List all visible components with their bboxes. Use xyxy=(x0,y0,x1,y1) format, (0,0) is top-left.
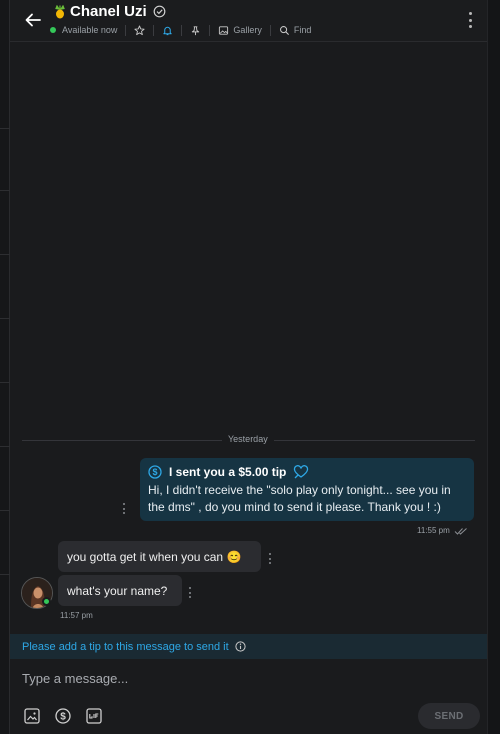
received-timestamp: 11:57 pm xyxy=(60,611,93,620)
incoming-message-bubble: what's your name? xyxy=(58,575,182,606)
image-icon[interactable] xyxy=(23,707,41,725)
find-label: Find xyxy=(293,25,312,35)
sent-time: 11:55 pm xyxy=(417,526,450,535)
dollar-coin-icon: $ xyxy=(148,465,162,479)
rail-divider xyxy=(0,128,10,129)
online-dot xyxy=(50,27,56,33)
gif-icon[interactable] xyxy=(85,707,103,725)
send-button[interactable]: SEND xyxy=(418,703,480,729)
tip-title: I sent you a $5.00 tip xyxy=(169,465,287,479)
rail-divider xyxy=(0,574,10,575)
right-edge xyxy=(487,0,500,734)
separator xyxy=(209,24,211,36)
info-icon[interactable] xyxy=(235,641,246,652)
tip-message-bubble: $ I sent you a $5.00 tip Hi, I didn't re… xyxy=(140,458,474,521)
incoming-message-bubble: you gotta get it when you can 😊 xyxy=(58,541,261,572)
svg-text:$: $ xyxy=(152,467,157,477)
bell-icon[interactable] xyxy=(162,25,173,36)
tip-header: $ I sent you a $5.00 tip xyxy=(148,464,466,480)
search-icon xyxy=(279,25,289,35)
contact-name[interactable]: Chanel Uzi xyxy=(53,3,166,20)
separator xyxy=(269,24,271,36)
online-dot xyxy=(42,597,51,606)
message-options-icon[interactable] xyxy=(189,587,192,598)
verified-icon xyxy=(153,5,166,18)
svg-text:$: $ xyxy=(60,712,66,723)
message-options-icon[interactable] xyxy=(123,503,126,514)
message-options-icon[interactable] xyxy=(269,553,272,564)
notice-text: Please add a tip to this message to send… xyxy=(22,640,229,653)
header-subbar: Available now Gallery Find xyxy=(50,23,311,37)
gallery-icon xyxy=(219,25,229,35)
composer-tools: $ xyxy=(23,707,103,725)
sent-timestamp: 11:55 pm xyxy=(417,526,468,535)
rail-divider xyxy=(0,382,10,383)
gallery-label: Gallery xyxy=(233,25,262,35)
more-icon[interactable] xyxy=(469,12,473,28)
incoming-message-text: what's your name? xyxy=(67,583,168,598)
chat-panel: Chanel Uzi Available now Gallery Find Ye… xyxy=(10,0,487,734)
contact-name-text: Chanel Uzi xyxy=(70,3,147,20)
double-check-icon xyxy=(454,527,467,535)
rail-divider xyxy=(0,254,10,255)
heart-icon[interactable] xyxy=(293,465,309,479)
pin-icon[interactable] xyxy=(190,25,201,36)
date-divider: Yesterday xyxy=(222,434,274,444)
message-input[interactable] xyxy=(22,667,472,689)
pineapple-icon xyxy=(55,4,65,18)
incoming-message-text: you gotta get it when you can 😊 xyxy=(67,549,242,564)
tip-icon[interactable]: $ xyxy=(54,707,72,725)
status-text: Available now xyxy=(62,25,118,35)
separator xyxy=(153,24,155,36)
separator xyxy=(125,24,127,36)
rail-divider xyxy=(0,510,10,511)
chat-header: Chanel Uzi Available now Gallery Find xyxy=(10,0,487,42)
rail-divider xyxy=(0,446,10,447)
gallery-link[interactable]: Gallery xyxy=(218,25,262,36)
star-icon[interactable] xyxy=(134,24,145,36)
back-arrow-icon[interactable] xyxy=(23,10,43,30)
left-rail xyxy=(0,0,10,734)
find-link[interactable]: Find xyxy=(279,25,312,36)
rail-divider xyxy=(0,190,10,191)
separator xyxy=(181,24,183,36)
tip-required-notice: Please add a tip to this message to send… xyxy=(10,634,487,659)
rail-divider xyxy=(0,318,10,319)
tip-message-text: Hi, I didn't receive the "solo play only… xyxy=(148,483,451,514)
